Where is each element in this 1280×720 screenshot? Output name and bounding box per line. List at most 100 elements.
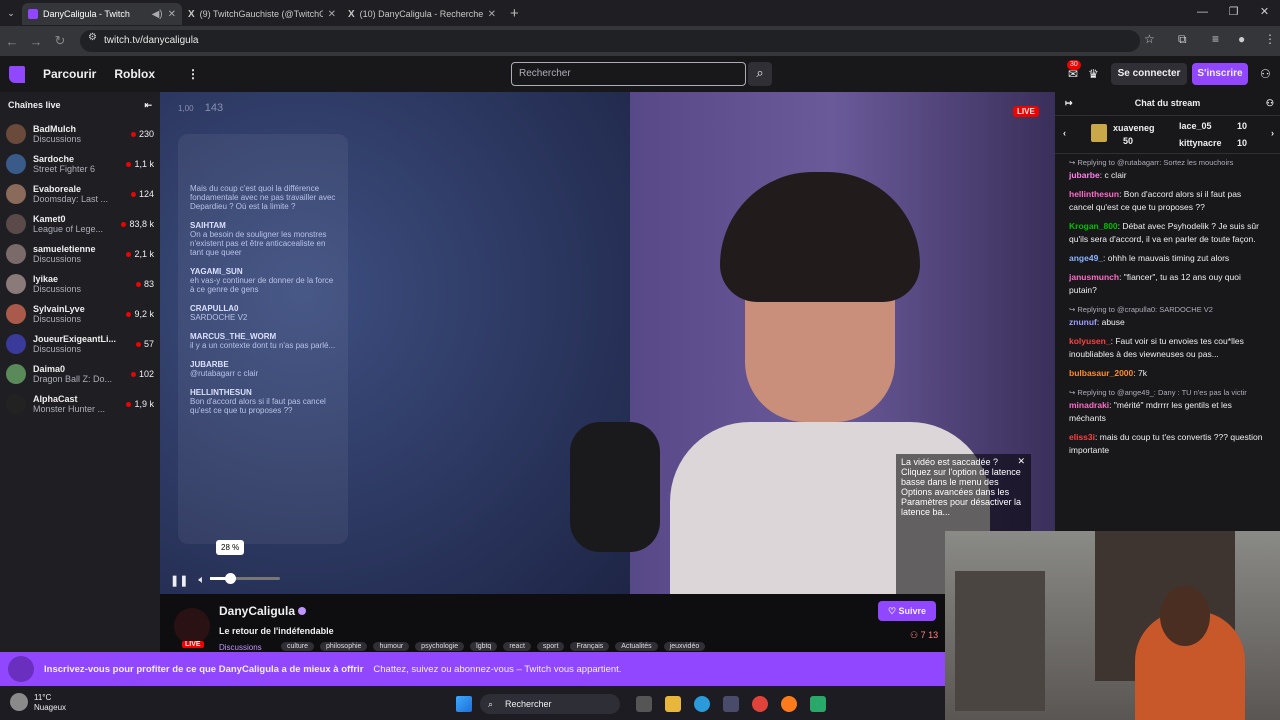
task-view-icon[interactable] [636,696,652,712]
edge-icon[interactable] [694,696,710,712]
search-input[interactable]: Rechercher [511,62,746,86]
channel-avatar[interactable] [174,608,210,644]
chat-username[interactable]: jubarbe [1069,170,1100,180]
weather-widget[interactable]: 11°C Nuageux [10,693,66,713]
reload-icon[interactable]: ↻ [48,33,72,49]
stream-tag[interactable]: jeuxvidéo [663,642,706,651]
chat-username[interactable]: ange49_ [1069,253,1103,263]
channel-item[interactable]: Sardoche Street Fighter 6 1,1 k [0,149,160,179]
channel-viewers: 1,9 k [134,399,154,409]
gift-user[interactable]: lace_05 [1179,121,1212,131]
tab-x-2[interactable]: X (10) DanyCaligula - Recherche / ✕ [342,3,502,25]
user-menu-icon[interactable]: ⚇ [1260,67,1271,81]
stream-category[interactable]: Discussions [219,643,262,652]
maximize-icon[interactable]: ❐ [1218,0,1249,26]
follow-button[interactable]: ♡ Suivre [878,601,936,621]
firefox-icon[interactable] [781,696,797,712]
volume-icon[interactable]: 🔈︎ [198,574,205,587]
community-icon[interactable]: ⚇ [1266,92,1274,114]
store-icon[interactable] [723,696,739,712]
gift-user[interactable]: xuaveneg [1113,123,1155,133]
cloud-icon [10,693,28,711]
back-icon[interactable]: ← [0,34,24,49]
channel-item[interactable]: SylvainLyve Discussions 9,2 k [0,299,160,329]
stream-tag[interactable]: culture [281,642,315,651]
prime-crown-icon[interactable]: ♛ [1088,67,1099,81]
reply-text: Replying to @rutabagarr: Sortez les mouc… [1077,158,1234,167]
twitch-logo-icon[interactable] [9,65,25,83]
stream-tag[interactable]: lgbtq [470,642,498,651]
forward-icon[interactable]: → [24,34,48,49]
stream-tag[interactable]: sport [536,642,565,651]
channel-item[interactable]: Daima0 Dragon Ball Z: Do... 102 [0,359,160,389]
chat-username[interactable]: hellinthesun [1069,189,1119,199]
pause-icon[interactable]: ❚❚ [170,574,188,587]
search-icon[interactable]: ⌕ [748,62,772,86]
gift-user[interactable]: kittynacre [1179,138,1222,148]
app-icon[interactable] [810,696,826,712]
more-menu-icon[interactable]: ⋮ [187,67,199,81]
taskbar-search[interactable]: ⌕ Rechercher [480,694,620,714]
close-tab-icon[interactable]: ✕ [168,9,176,20]
close-tab-icon[interactable]: ✕ [328,9,336,20]
speaker-icon[interactable]: ◀) [152,9,163,20]
channel-name[interactable]: DanyCaligula [219,604,307,618]
login-button[interactable]: Se connecter [1111,63,1187,85]
windows-start-icon[interactable] [456,696,472,712]
new-tab-icon[interactable]: + [510,5,519,22]
volume-slider[interactable] [210,573,280,584]
channel-item[interactable]: lyikae Discussions 83 [0,269,160,299]
chat-username[interactable]: bulbasaur_2000 [1069,368,1133,378]
chrome-icon[interactable] [752,696,768,712]
collapse-sidebar-icon[interactable]: ⇤ [144,100,152,111]
chat-username[interactable]: kolyusen_ [1069,336,1111,346]
channel-item[interactable]: JoueurExigeantLi... Discussions 57 [0,329,160,359]
channel-item[interactable]: BadMulch Discussions 230 [0,119,160,149]
stream-tag[interactable]: Français [570,642,610,651]
stream-tag[interactable]: psychologie [415,642,465,651]
video-player[interactable]: 1,00 143 Mais du coup c'est quoi la diff… [160,92,1055,594]
stream-tag[interactable]: humour [373,642,410,651]
volume-knob[interactable] [224,573,236,584]
tab-twitch[interactable]: DanyCaligula - Twitch ◀) ✕ [22,3,182,25]
prev-icon[interactable]: ‹ [1063,128,1066,138]
stream-tag[interactable]: philosophie [320,642,368,651]
channel-item[interactable]: samueletienne Discussions 2,1 k [0,239,160,269]
signup-promo-banner[interactable]: Inscrivez-vous pour profiter de ce que D… [0,652,945,686]
stream-overlay-chat: Mais du coup c'est quoi la différence fo… [178,134,348,544]
media-control-icon[interactable]: ≡ [1212,32,1219,46]
browser-menu-icon[interactable]: ⋮ [1264,32,1276,46]
chat-username[interactable]: janusmunch [1069,272,1119,282]
site-info-icon[interactable]: ⚙ [88,32,97,43]
chat-title: Chat du stream [1134,98,1201,108]
stream-tag[interactable]: Actualités [615,642,658,651]
next-icon[interactable]: › [1271,128,1274,138]
tab-x-1[interactable]: X (9) TwitchGauchiste (@TwitchG ✕ [182,3,342,25]
channel-name: JoueurExigeantLi... [33,334,117,344]
chat-username[interactable]: minadraki [1069,400,1109,410]
signup-button[interactable]: S'inscrire [1192,63,1248,85]
channel-item[interactable]: Evaboreale Doomsday: Last ... 124 [0,179,160,209]
promo-icon [8,656,34,682]
chat-username[interactable]: Krogan_800 [1069,221,1118,231]
channel-item[interactable]: AlphaCast Monster Hunter ... 1,9 k [0,389,160,419]
extensions-icon[interactable]: ⧉ [1178,32,1187,47]
collapse-chat-icon[interactable]: ↦ [1065,92,1073,114]
close-tooltip-icon[interactable]: ✕ [1017,456,1025,467]
bookmark-star-icon[interactable]: ☆ [1144,32,1155,46]
close-window-icon[interactable]: ✕ [1249,0,1280,26]
profile-icon[interactable]: ● [1238,32,1245,46]
tab-list-icon[interactable]: ⌄ [0,8,22,19]
chat-username[interactable]: znunuf [1069,317,1097,327]
minimize-icon[interactable]: — [1187,0,1218,26]
channel-item[interactable]: Kamet0 League of Lege... 83,8 k [0,209,160,239]
file-explorer-icon[interactable] [665,696,681,712]
stream-tag[interactable]: react [503,642,531,651]
close-tab-icon[interactable]: ✕ [488,9,496,20]
channel-game: Discussions [33,284,82,294]
browse-link[interactable]: Parcourir [43,67,96,81]
url-field[interactable]: twitch.tv/danycaligula [80,30,1140,52]
roblox-link[interactable]: Roblox [114,67,155,81]
channel-viewers: 124 [138,189,154,199]
chat-username[interactable]: eliss3i [1069,432,1095,442]
